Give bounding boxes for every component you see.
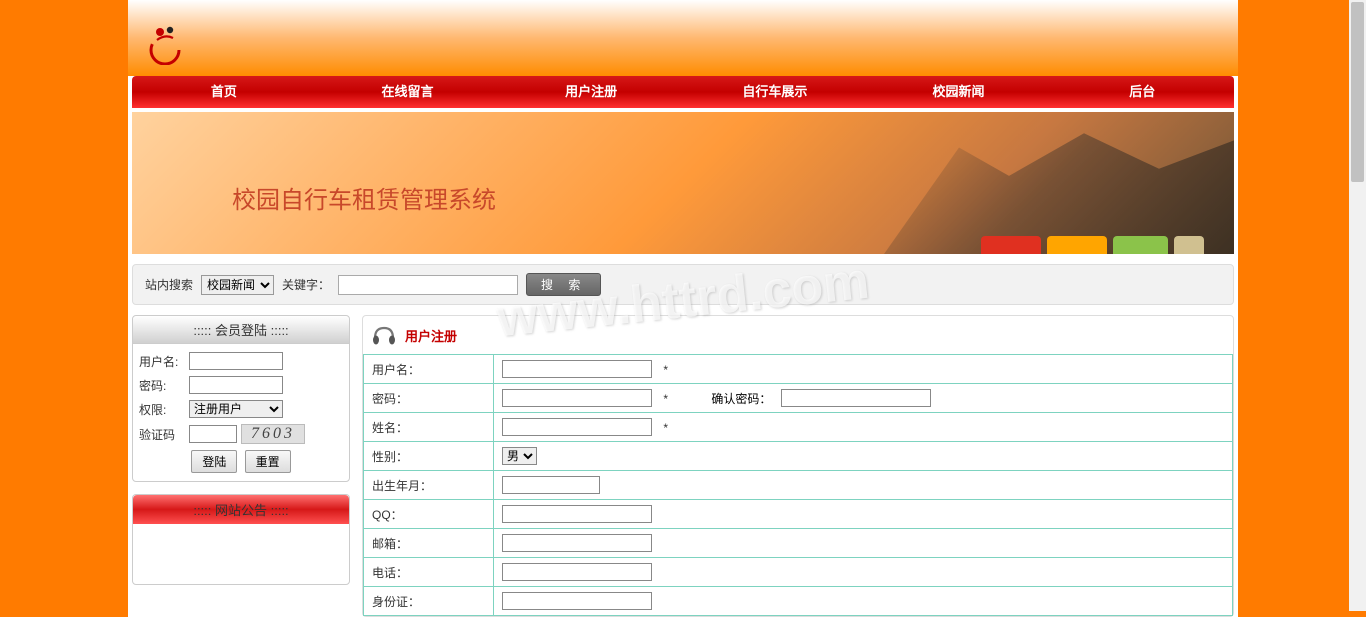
logo-icon [143,20,188,65]
reg-gender-select[interactable]: 男 [502,447,537,465]
nav-home[interactable]: 首页 [132,76,316,108]
notice-header: ::::: 网站公告 ::::: [133,495,349,524]
captcha-image[interactable]: 7603 [241,424,305,444]
login-button[interactable]: 登陆 [191,450,237,473]
login-captcha-input[interactable] [189,425,237,443]
reg-username-input[interactable] [502,360,652,378]
headphones-icon [371,322,397,348]
table-row: QQ： [364,500,1233,529]
register-form-table: 用户名： * 密码： * 确认密码： [363,354,1233,616]
login-header: ::::: 会员登陆 ::::: [133,316,349,344]
table-row: 姓名： * [364,413,1233,442]
search-input[interactable] [338,275,518,295]
reg-realname-input[interactable] [502,418,652,436]
required-star: * [663,363,668,377]
login-captcha-label: 验证码 [139,426,189,443]
login-role-select[interactable]: 注册用户 [189,400,283,418]
nav-message[interactable]: 在线留言 [316,76,500,108]
reg-idcard-input[interactable] [502,592,652,610]
reg-birth-label: 出生年月： [364,471,494,500]
required-star: * [663,421,668,435]
nav-register[interactable]: 用户注册 [499,76,683,108]
reg-gender-label: 性别： [364,442,494,471]
banner-mountain-graphic [734,112,1234,254]
login-username-input[interactable] [189,352,283,370]
login-password-input[interactable] [189,376,283,394]
table-row: 邮箱： [364,529,1233,558]
table-row: 性别： 男 [364,442,1233,471]
search-label: 站内搜索 [145,276,193,293]
reg-phone-input[interactable] [502,563,652,581]
reg-password-input[interactable] [502,389,652,407]
nav-campus-news[interactable]: 校园新闻 [867,76,1051,108]
keyword-label: 关键字： [282,276,330,293]
table-row: 出生年月： [364,471,1233,500]
table-row: 电话： [364,558,1233,587]
nav-bike-display[interactable]: 自行车展示 [683,76,867,108]
banner: 校园自行车租赁管理系统 [132,112,1234,254]
search-button[interactable]: 搜 索 [526,273,601,296]
required-star: * [663,392,668,406]
reg-confirm-input[interactable] [781,389,931,407]
nav-admin[interactable]: 后台 [1050,76,1234,108]
nav-bar: 首页 在线留言 用户注册 自行车展示 校园新闻 后台 [132,76,1234,108]
table-row: 用户名： * [364,355,1233,384]
reg-confirm-label: 确认密码： [711,392,771,406]
banner-title: 校园自行车租赁管理系统 [232,180,496,215]
reg-email-label: 邮箱： [364,529,494,558]
table-row: 密码： * 确认密码： [364,384,1233,413]
reg-phone-label: 电话： [364,558,494,587]
scrollbar-thumb[interactable] [1351,2,1364,182]
reg-qq-label: QQ： [364,500,494,529]
header-top [128,0,1238,76]
table-row: 身份证： [364,587,1233,616]
reg-email-input[interactable] [502,534,652,552]
reg-realname-label: 姓名： [364,413,494,442]
search-bar: 站内搜索 校园新闻 关键字： 搜 索 [132,264,1234,305]
login-username-label: 用户名: [139,353,189,370]
reg-birth-input[interactable] [502,476,600,494]
reg-password-label: 密码： [364,384,494,413]
notice-body [133,524,349,584]
reg-qq-input[interactable] [502,505,652,523]
reg-idcard-label: 身份证： [364,587,494,616]
scrollbar-track[interactable] [1349,0,1366,611]
reset-button[interactable]: 重置 [245,450,291,473]
login-box: ::::: 会员登陆 ::::: 用户名: 密码: 权限: [132,315,350,482]
register-panel: 用户注册 用户名： * 密码： [362,315,1234,617]
search-category-select[interactable]: 校园新闻 [201,275,274,295]
banner-decor-blocks [981,236,1204,254]
panel-title: 用户注册 [405,326,457,345]
login-password-label: 密码: [139,377,189,394]
login-role-label: 权限: [139,401,189,418]
notice-box: ::::: 网站公告 ::::: [132,494,350,585]
reg-username-label: 用户名： [364,355,494,384]
